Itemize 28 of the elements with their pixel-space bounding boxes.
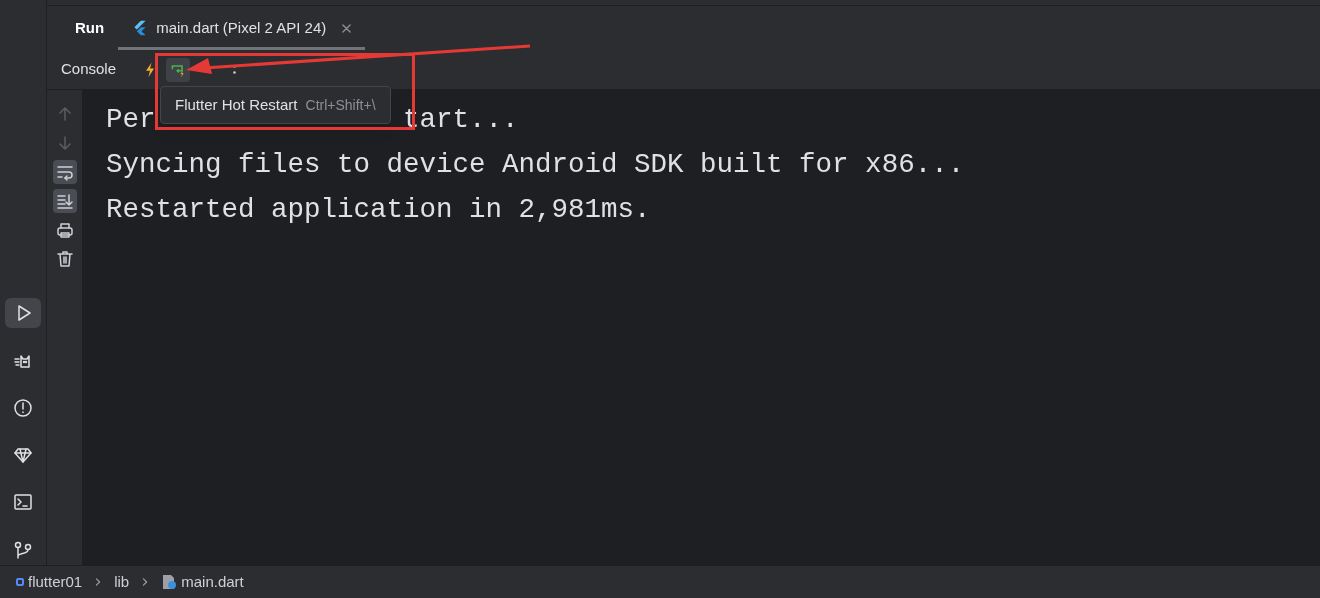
close-icon[interactable] [342, 23, 352, 33]
run-tab[interactable]: main.dart (Pixel 2 API 24) [118, 6, 366, 50]
more-icon [232, 65, 236, 74]
scroll-to-end-icon [54, 191, 75, 211]
tooltip-title: Flutter Hot Restart [175, 94, 298, 115]
branch-icon [13, 539, 33, 560]
terminal-icon [13, 492, 33, 513]
dart-file-icon [161, 574, 178, 590]
alert-icon [13, 397, 33, 418]
chevron-icon [141, 577, 150, 587]
gem-icon [13, 445, 33, 466]
run-tool-button[interactable] [5, 298, 41, 329]
soft-wrap-button[interactable] [52, 160, 77, 184]
chevron-icon [94, 577, 103, 587]
shortcut-text: Ctrl+Shift+\ [305, 95, 376, 115]
scroll-to-end-button[interactable] [52, 189, 77, 213]
console-line: Syncing files to device Android SDK built for x86... [106, 148, 965, 182]
printer-icon [54, 220, 75, 240]
console-label[interactable]: Console [61, 58, 117, 81]
module-icon [16, 578, 24, 586]
console-line: Per [106, 103, 156, 137]
console-line: Restarted application in 2,981ms. [106, 193, 651, 227]
run-tab[interactable]: Run [61, 6, 119, 50]
breadcrumb[interactable]: lib [114, 570, 130, 594]
trash-icon [54, 249, 75, 269]
breadcrumb[interactable]: flutter01 [16, 570, 83, 594]
hot-restart-button[interactable] [166, 57, 191, 82]
breadcrumb[interactable]: main.dart [161, 570, 244, 594]
